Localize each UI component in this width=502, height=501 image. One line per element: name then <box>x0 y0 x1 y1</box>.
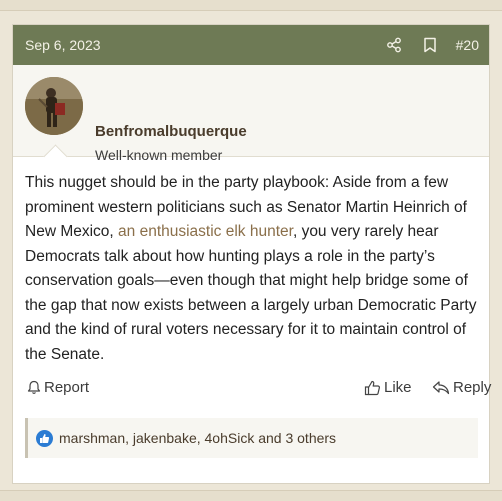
thumbs-up-icon <box>364 380 380 395</box>
report-label: Report <box>44 379 90 396</box>
post-body: This nugget should be in the party playb… <box>25 171 481 367</box>
top-strip <box>0 0 502 11</box>
post-number-link[interactable]: #20 <box>456 37 479 53</box>
bookmark-icon[interactable] <box>420 35 440 55</box>
user-title: Well-known member <box>95 147 223 163</box>
post-date[interactable]: Sep 6, 2023 <box>25 37 368 53</box>
reactions-bar: marshman, jakenbake, 4ohSick and 3 other… <box>25 418 478 458</box>
username-link[interactable]: Benfromalbuquerque <box>95 123 247 140</box>
reply-icon <box>432 381 450 395</box>
forum-post: Sep 6, 2023 #20 Benfromalbuquerque Well-… <box>12 24 491 484</box>
post-actions: Report Like Reply <box>25 379 491 403</box>
post-header: Sep 6, 2023 #20 <box>13 25 489 65</box>
bell-icon <box>27 380 41 394</box>
avatar[interactable] <box>25 77 83 135</box>
like-reaction-icon <box>36 429 53 447</box>
like-button[interactable]: Like <box>364 379 412 396</box>
like-label: Like <box>384 379 412 396</box>
message-pointer <box>43 144 68 169</box>
share-icon[interactable] <box>384 35 404 55</box>
body-text-part-2: , you very rarely hear Democrats talk ab… <box>25 223 477 363</box>
reply-button[interactable]: Reply <box>432 379 491 396</box>
report-button[interactable]: Report <box>27 379 89 396</box>
reactors-list[interactable]: marshman, jakenbake, 4ohSick and 3 other… <box>59 430 336 446</box>
author-block: Benfromalbuquerque Well-known member <box>13 65 489 169</box>
bottom-strip <box>0 490 502 501</box>
body-link[interactable]: an enthusiastic elk hunter <box>118 223 293 240</box>
reply-label: Reply <box>453 379 492 396</box>
